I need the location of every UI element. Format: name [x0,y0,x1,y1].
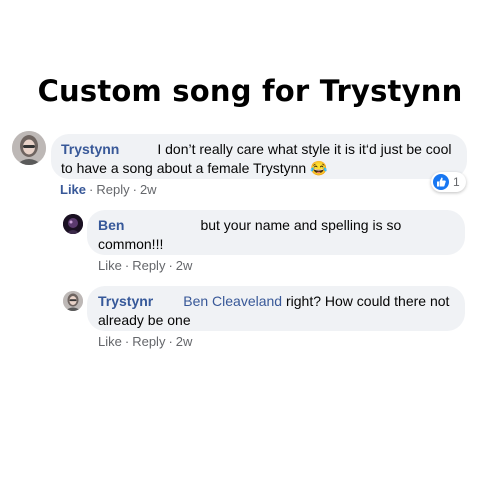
comment-text: but your name and spelling is so common!… [98,217,402,252]
reply-link[interactable]: Reply [96,182,129,197]
headline: Custom song for Trystynn [37,74,463,108]
avatar[interactable] [63,291,83,311]
comment-text: I don’t really care what style it is it‘… [61,141,452,176]
reply-link[interactable]: Reply [132,258,165,273]
avatar-image [63,291,83,311]
like-link[interactable]: Like [98,334,122,349]
comment-bubble: Trystynn I don’t really care what style i… [51,134,467,179]
comment-actions: Like · Reply · 2w [98,334,193,349]
comment-time[interactable]: 2w [140,182,157,197]
comment-author[interactable]: Trystynn [61,141,119,157]
comment-actions: Like · Reply · 2w [98,258,193,273]
comment-bubble: Ben but your name and spelling is so comm… [87,210,465,255]
comment-time[interactable]: 2w [176,334,193,349]
comment-author[interactable]: Ben [98,217,124,233]
mention-link[interactable]: Ben Cleaveland [183,293,282,309]
like-thumb-icon [433,174,449,190]
like-link[interactable]: Like [60,182,86,197]
comment-time[interactable]: 2w [176,258,193,273]
avatar-image [63,214,83,234]
laughing-emoji-icon: 😂 [310,160,328,176]
comment-author[interactable]: Trystynr [98,293,153,309]
comment-actions: Like · Reply · 2w [60,182,157,197]
reply-link[interactable]: Reply [132,334,165,349]
comment-bubble: Trystynr Ben Cleaveland right? How could … [87,286,465,331]
page: Custom song for Trystynn Trystynn I don’t… [0,0,500,500]
avatar[interactable] [12,131,46,165]
reaction-badge[interactable]: 1 [431,172,466,192]
avatar[interactable] [63,214,83,234]
avatar-image [12,131,46,165]
reaction-count: 1 [453,175,460,189]
like-link[interactable]: Like [98,258,122,273]
